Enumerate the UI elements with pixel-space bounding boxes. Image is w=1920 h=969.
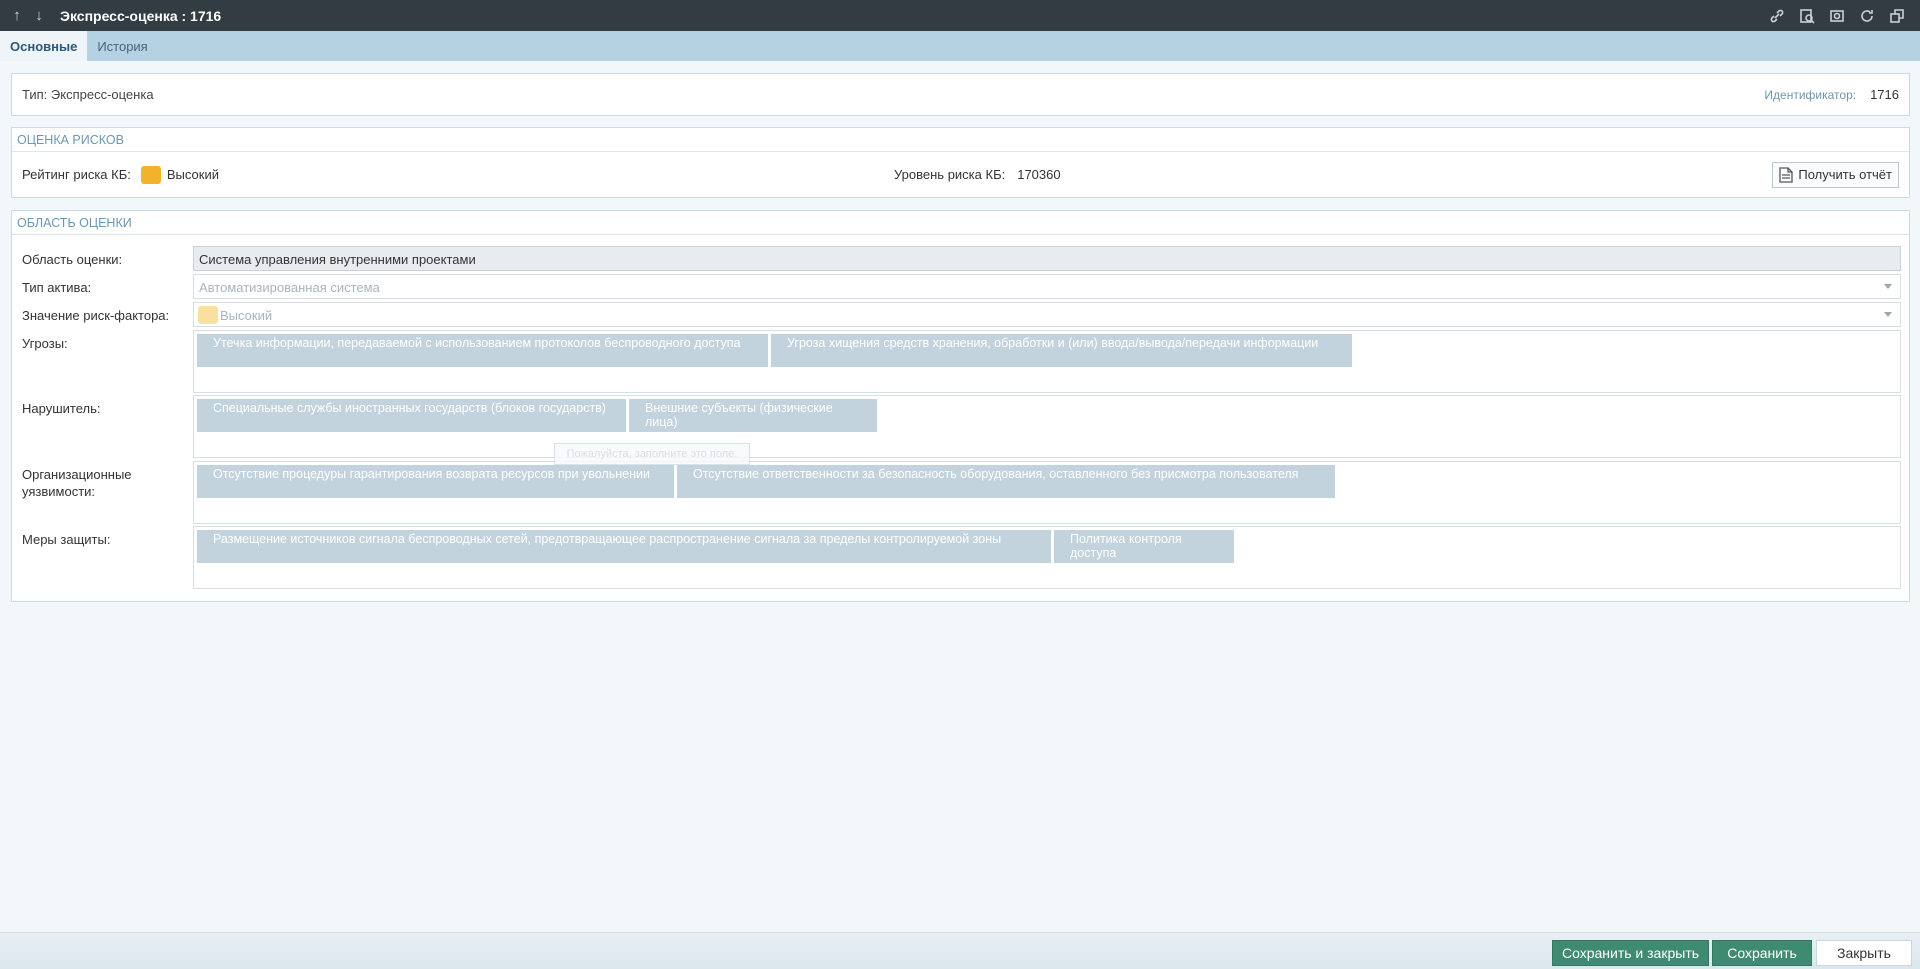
violator-field[interactable]: Специальные службы иностранных государст… — [193, 395, 1901, 458]
tab-main[interactable]: Основные — [0, 31, 88, 61]
arrow-down-icon[interactable]: ↓ — [28, 0, 50, 31]
restore-window-icon[interactable] — [1884, 3, 1910, 29]
identifier-value: 1716 — [1870, 87, 1899, 102]
threats-label: Угрозы: — [22, 336, 68, 351]
validation-hint: Пожалуйста, заполните это поле. — [554, 443, 750, 465]
risk-rating-value: Высокий — [166, 167, 219, 182]
arrow-up-icon[interactable]: ↑ — [6, 0, 28, 31]
refresh-icon[interactable] — [1854, 3, 1880, 29]
violator-label: Нарушитель: — [22, 401, 101, 416]
scope-value: Система управления внутренними проектами — [199, 252, 476, 267]
save-button[interactable]: Сохранить — [1712, 940, 1812, 966]
identifier-label: Идентификатор: — [1764, 87, 1857, 102]
type-text: Тип: Экспресс-оценка — [22, 87, 154, 102]
asset-type-select[interactable]: Автоматизированная система — [193, 274, 1901, 299]
asset-type-row: Тип актива: Автоматизированная система — [12, 274, 1909, 300]
risk-level-label: Уровень риска КБ: — [894, 167, 1006, 182]
scope-label: Область оценки: — [22, 252, 123, 267]
violator-row: Нарушитель: Специальные службы иностранн… — [12, 395, 1909, 459]
footer-bar: Сохранить и закрыть Сохранить Закрыть — [0, 932, 1920, 969]
risk-assessment-panel: ОЦЕНКА РИСКОВ Рейтинг риска КБ: Высокий … — [11, 127, 1910, 198]
threats-row: Угрозы: Утечка информации, передаваемой … — [12, 330, 1909, 394]
violator-tag[interactable]: Специальные службы иностранных государст… — [197, 399, 626, 432]
threat-tag[interactable]: Угроза хищения средств хранения, обработ… — [771, 334, 1352, 367]
window-tools — [1764, 3, 1910, 29]
chevron-down-icon[interactable] — [1884, 284, 1892, 289]
threat-tag[interactable]: Утечка информации, передаваемой с исполь… — [197, 334, 768, 367]
risk-level-value: 170360 — [1017, 167, 1061, 182]
measure-tag[interactable]: Размещение источников сигнала беспроводн… — [197, 530, 1051, 563]
risk-factor-value: Высокий — [220, 308, 273, 323]
asset-type-value: Автоматизированная система — [199, 280, 380, 295]
risk-level: Уровень риска КБ: 170360 — [894, 167, 1061, 182]
get-report-label: Получить отчёт — [1798, 167, 1892, 182]
save-and-close-button[interactable]: Сохранить и закрыть — [1552, 940, 1709, 966]
title-bar: ↑ ↓ Экспресс-оценка : 1716 — [0, 0, 1920, 31]
close-button[interactable]: Закрыть — [1816, 940, 1912, 966]
risk-rating-label: Рейтинг риска КБ: — [22, 167, 131, 182]
risk-factor-row: Значение риск-фактора: Высокий — [12, 302, 1909, 328]
document-icon — [1779, 166, 1794, 183]
risk-factor-label: Значение риск-фактора: — [22, 308, 170, 323]
scope-panel-header: ОБЛАСТЬ ОЦЕНКИ — [12, 211, 1909, 235]
risk-factor-select[interactable]: Высокий — [193, 302, 1901, 327]
window-title: Экспресс-оценка : 1716 — [60, 7, 222, 24]
get-report-button[interactable]: Получить отчёт — [1772, 161, 1899, 188]
scope-field[interactable]: Система управления внутренними проектами — [193, 246, 1901, 271]
risk-panel-header: ОЦЕНКА РИСКОВ — [12, 128, 1909, 152]
scope-panel: ОБЛАСТЬ ОЦЕНКИ Область оценки: Система у… — [11, 210, 1910, 602]
chevron-down-icon[interactable] — [1884, 312, 1892, 317]
asset-type-label: Тип актива: — [22, 280, 92, 295]
risk-factor-color-swatch — [198, 306, 218, 324]
vulnerabilities-field[interactable]: Отсутствие процедуры гарантирования возв… — [193, 461, 1901, 524]
measures-label: Меры защиты: — [22, 532, 111, 547]
vulnerability-tag[interactable]: Отсутствие ответственности за безопаснос… — [677, 465, 1335, 498]
threats-field[interactable]: Утечка информации, передаваемой с исполь… — [193, 330, 1901, 393]
measure-tag[interactable]: Политика контроля доступа — [1054, 530, 1234, 563]
vulnerability-tag[interactable]: Отсутствие процедуры гарантирования возв… — [197, 465, 674, 498]
measures-row: Меры защиты: Размещение источников сигна… — [12, 526, 1909, 590]
image-icon[interactable] — [1824, 3, 1850, 29]
scope-row: Область оценки: Система управления внутр… — [12, 246, 1909, 272]
type-panel: Тип: Экспресс-оценка Идентификатор: 1716 — [11, 73, 1910, 116]
link-icon[interactable] — [1764, 3, 1790, 29]
search-doc-icon[interactable] — [1794, 3, 1820, 29]
tab-bar: Основные История — [0, 31, 1920, 61]
violator-tag[interactable]: Внешние субъекты (физические лица) — [629, 399, 877, 432]
vulnerabilities-row: Организационные уязвимости: Отсутствие п… — [12, 461, 1909, 525]
risk-rating-color-swatch — [140, 165, 161, 184]
tab-history[interactable]: История — [87, 31, 157, 61]
measures-field[interactable]: Размещение источников сигнала беспроводн… — [193, 526, 1901, 589]
vulnerabilities-label: Организационные уязвимости: — [22, 467, 132, 499]
